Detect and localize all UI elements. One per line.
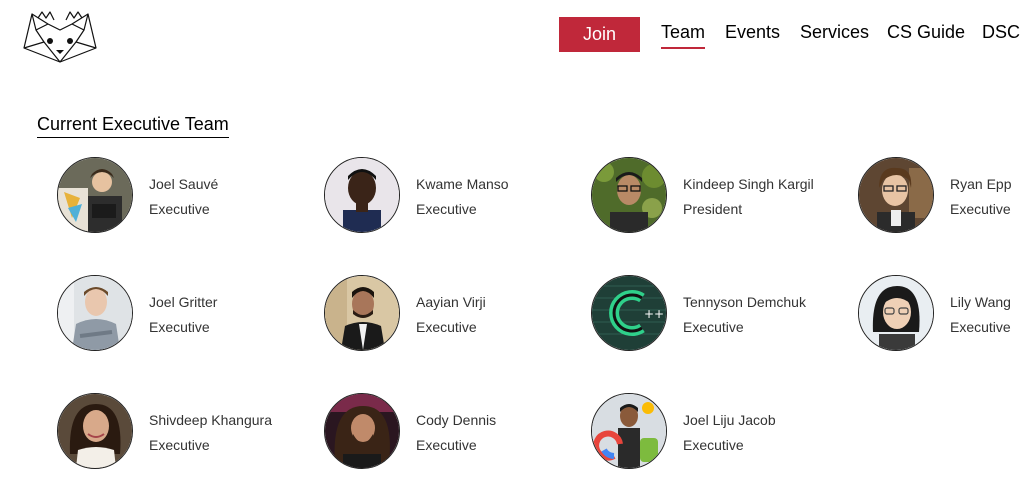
team-member-card: Lily Wang Executive bbox=[858, 275, 1036, 355]
team-member-card: Kindeep Singh Kargil President bbox=[591, 157, 851, 237]
member-name: Kindeep Singh Kargil bbox=[683, 176, 814, 192]
member-photo: ++ bbox=[591, 275, 667, 351]
team-member-card: ++ Tennyson Demchuk Executive bbox=[591, 275, 851, 355]
member-photo bbox=[324, 393, 400, 469]
team-member-card: Kwame Manso Executive bbox=[324, 157, 584, 237]
member-name: Shivdeep Khangura bbox=[149, 412, 272, 428]
member-role: Executive bbox=[416, 437, 477, 453]
nav-cs-guide[interactable]: CS Guide bbox=[887, 22, 965, 43]
member-role: President bbox=[683, 201, 743, 217]
member-role: Executive bbox=[950, 201, 1011, 217]
nav-dsc[interactable]: DSC bbox=[982, 22, 1020, 43]
member-photo bbox=[57, 275, 133, 351]
team-member-card: Joel Liju Jacob Executive bbox=[591, 393, 851, 473]
team-member-card: Joel Sauvé Executive bbox=[57, 157, 317, 237]
member-role: Executive bbox=[149, 437, 210, 453]
member-photo bbox=[858, 275, 934, 351]
member-role: Executive bbox=[683, 437, 744, 453]
member-photo bbox=[324, 157, 400, 233]
team-member-card: Shivdeep Khangura Executive bbox=[57, 393, 317, 473]
team-member-card: Aayian Virji Executive bbox=[324, 275, 584, 355]
member-name: Joel Gritter bbox=[149, 294, 218, 310]
svg-text:++: ++ bbox=[644, 307, 664, 321]
member-name: Aayian Virji bbox=[416, 294, 486, 310]
member-name: Kwame Manso bbox=[416, 176, 509, 192]
member-photo bbox=[324, 275, 400, 351]
member-photo bbox=[57, 393, 133, 469]
member-name: Joel Liju Jacob bbox=[683, 412, 776, 428]
team-member-card: Joel Gritter Executive bbox=[57, 275, 317, 355]
member-role: Executive bbox=[149, 319, 210, 335]
member-name: Lily Wang bbox=[950, 294, 1011, 310]
member-role: Executive bbox=[950, 319, 1011, 335]
member-name: Joel Sauvé bbox=[149, 176, 219, 192]
section-title: Current Executive Team bbox=[37, 114, 229, 138]
top-navigation: Join Team Events Services CS Guide DSC bbox=[0, 17, 1036, 57]
member-photo bbox=[858, 157, 934, 233]
member-photo bbox=[591, 393, 667, 469]
team-member-card: Ryan Epp Executive bbox=[858, 157, 1036, 237]
member-role: Executive bbox=[416, 319, 477, 335]
member-name: Tennyson Demchuk bbox=[683, 294, 806, 310]
team-member-card: Cody Dennis Executive bbox=[324, 393, 584, 473]
member-role: Executive bbox=[149, 201, 210, 217]
member-name: Cody Dennis bbox=[416, 412, 497, 428]
member-role: Executive bbox=[683, 319, 744, 335]
member-photo bbox=[57, 157, 133, 233]
nav-events[interactable]: Events bbox=[725, 22, 780, 43]
join-button[interactable]: Join bbox=[559, 17, 640, 52]
nav-services[interactable]: Services bbox=[800, 22, 869, 43]
member-name: Ryan Epp bbox=[950, 176, 1012, 192]
member-role: Executive bbox=[416, 201, 477, 217]
member-photo bbox=[591, 157, 667, 233]
nav-team[interactable]: Team bbox=[661, 22, 706, 49]
